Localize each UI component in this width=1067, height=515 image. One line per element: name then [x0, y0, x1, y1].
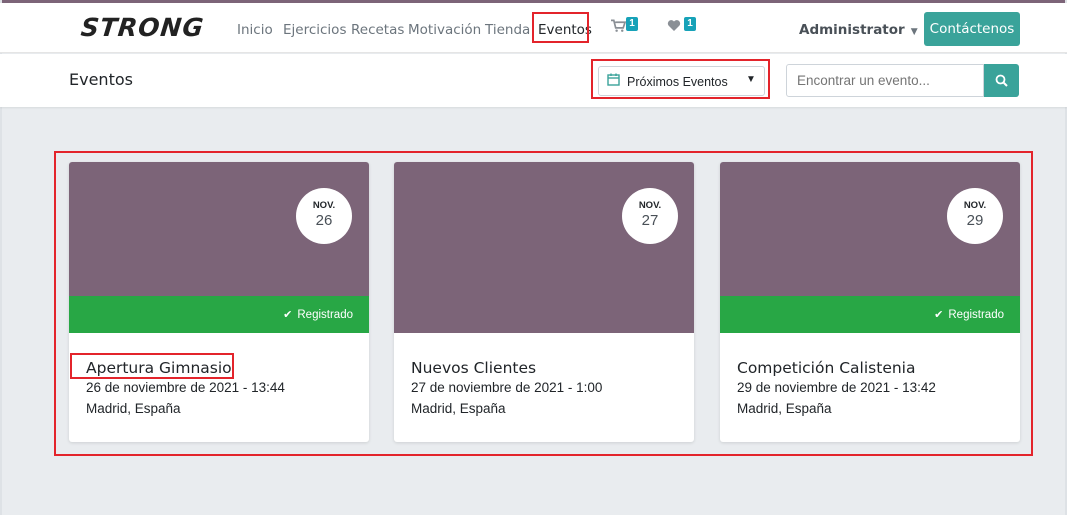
- cart-count-badge: 1: [626, 17, 638, 31]
- events-subheader: Eventos Próximos Eventos ▼: [0, 54, 1067, 107]
- event-location: Madrid, España: [737, 401, 832, 416]
- highlight-filter-dropdown: [591, 59, 770, 99]
- event-card[interactable]: NOV. 29 ✔ Registrado Competición Calisten…: [720, 162, 1020, 442]
- highlight-event-title: [70, 353, 234, 379]
- nav-item-recetas[interactable]: Recetas: [351, 22, 404, 38]
- event-month: NOV.: [638, 200, 662, 211]
- event-date-badge: NOV. 29: [947, 188, 1003, 244]
- event-month: NOV.: [312, 200, 336, 211]
- chevron-down-icon: ▼: [910, 27, 918, 37]
- highlight-eventos-nav: [532, 12, 589, 43]
- registered-banner: ✔ Registrado: [69, 296, 369, 333]
- user-name: Administrator: [799, 22, 905, 38]
- check-icon: ✔: [934, 309, 944, 321]
- registered-banner: ✔ Registrado: [720, 296, 1020, 333]
- page-title: Eventos: [69, 70, 133, 89]
- event-search-input[interactable]: [786, 64, 984, 97]
- event-datetime: 27 de noviembre de 2021 - 1:00: [411, 380, 603, 395]
- search-button[interactable]: [984, 64, 1019, 97]
- nav-item-ejercicios[interactable]: Ejercicios: [283, 22, 346, 38]
- event-location: Madrid, España: [86, 401, 181, 416]
- event-date-badge: NOV. 27: [622, 188, 678, 244]
- check-icon: ✔: [283, 309, 293, 321]
- event-day: 26: [315, 212, 333, 229]
- event-day: 29: [966, 212, 984, 229]
- heart-icon[interactable]: [667, 19, 681, 36]
- event-day: 27: [641, 212, 659, 229]
- event-card[interactable]: NOV. 27 Nuevos Clientes 27 de noviembre …: [394, 162, 694, 442]
- registered-label: Registrado: [297, 309, 353, 321]
- event-location: Madrid, España: [411, 401, 506, 416]
- event-title[interactable]: Competición Calistenia: [737, 359, 915, 377]
- event-datetime: 26 de noviembre de 2021 - 13:44: [86, 380, 285, 395]
- event-date-badge: NOV. 26: [296, 188, 352, 244]
- nav-item-inicio[interactable]: Inicio: [237, 22, 273, 38]
- wishlist-count-badge: 1: [684, 17, 696, 31]
- registered-label: Registrado: [948, 309, 1004, 321]
- event-month: NOV.: [963, 200, 987, 211]
- nav-item-tienda[interactable]: Tienda: [485, 22, 530, 38]
- navbar: STRONG Inicio Ejercicios Recetas Motivac…: [0, 3, 1067, 53]
- event-datetime: 29 de noviembre de 2021 - 13:42: [737, 380, 936, 395]
- event-card[interactable]: NOV. 26 ✔ Registrado Apertura Gimnasio 26…: [69, 162, 369, 442]
- contact-button[interactable]: Contáctenos: [924, 12, 1020, 46]
- cart-icon[interactable]: [611, 19, 627, 37]
- event-title[interactable]: Nuevos Clientes: [411, 359, 536, 377]
- user-menu[interactable]: Administrator ▼: [799, 22, 918, 38]
- brand-logo[interactable]: STRONG: [79, 13, 205, 42]
- nav-item-motivacion[interactable]: Motivación: [408, 22, 481, 38]
